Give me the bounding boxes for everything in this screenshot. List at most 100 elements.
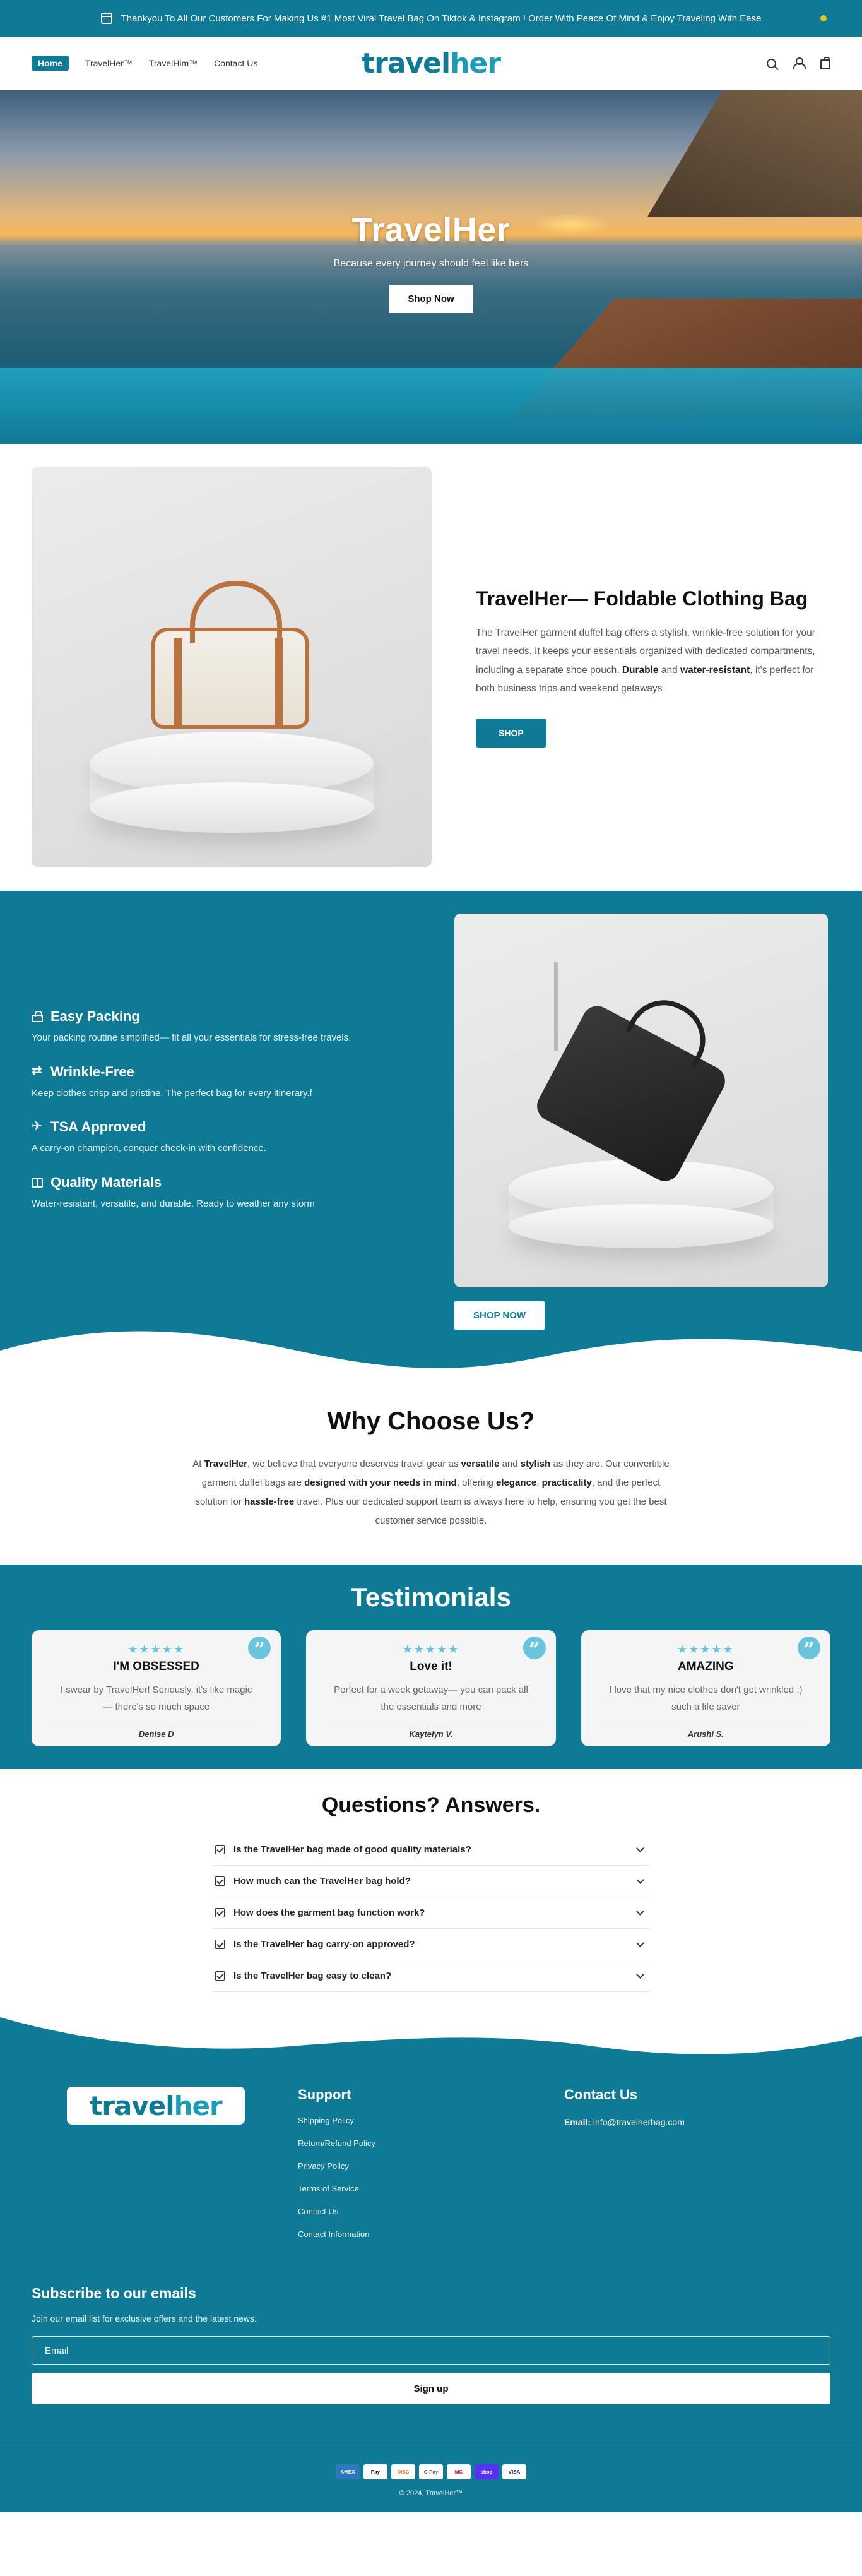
why-text: At TravelHer, we believe that everyone d… <box>185 1455 677 1530</box>
nav-travelher[interactable]: TravelHer™ <box>85 58 133 68</box>
nav-travelhim[interactable]: TravelHim™ <box>149 58 198 68</box>
support-column: Support Shipping Policy Return/Refund Po… <box>298 2087 564 2252</box>
feature-title: TSA Approved <box>32 1118 410 1135</box>
feature-item: TSA Approved A carry-on champion, conque… <box>32 1118 410 1157</box>
why-part: , offering <box>456 1477 497 1488</box>
mastercard-icon: MC <box>447 2464 471 2479</box>
faq-title: Questions? Answers. <box>321 1793 541 1817</box>
feature-title-text: Wrinkle-Free <box>50 1063 134 1080</box>
footer-logo-travel: travel <box>90 2090 174 2121</box>
feature-text: Your packing routine simplified— fit all… <box>32 1032 351 1043</box>
search-icon[interactable] <box>767 58 776 68</box>
pedestal-bottom <box>509 1204 774 1248</box>
shop-now-button[interactable]: Shop Now <box>389 285 473 313</box>
newsletter-title: Subscribe to our emails <box>32 2285 196 2301</box>
footer-link-privacy[interactable]: Privacy Policy <box>298 2161 564 2171</box>
product-description: The TravelHer garment duffel bag offers … <box>476 624 830 698</box>
nav-home[interactable]: Home <box>32 56 69 71</box>
quote-icon: ” <box>797 1637 820 1661</box>
arrows-icon <box>32 1063 43 1078</box>
footer-link-contact-info[interactable]: Contact Information <box>298 2229 564 2239</box>
site-logo[interactable]: travelher <box>362 47 501 80</box>
site-header: Home TravelHer™ TravelHim™ Contact Us tr… <box>0 37 862 90</box>
cart-icon[interactable] <box>820 57 830 69</box>
checkbox-icon <box>215 1845 225 1854</box>
signup-button[interactable]: Sign up <box>32 2373 830 2404</box>
book-icon <box>32 1178 43 1188</box>
footer-link-contact[interactable]: Contact Us <box>298 2207 564 2216</box>
feature-title: Easy Packing <box>32 1008 410 1025</box>
footer-columns: travel her Support Shipping Policy Return… <box>32 2080 830 2252</box>
feature-title-text: Quality Materials <box>50 1174 162 1190</box>
why-bold: versatile <box>461 1458 500 1469</box>
footer-logo[interactable]: travel her <box>67 2087 245 2125</box>
checkbox-icon <box>215 1876 225 1886</box>
chevron-down-icon <box>636 1844 644 1852</box>
quote-icon: ” <box>523 1637 546 1661</box>
discover-icon: DISC <box>391 2464 415 2479</box>
hero-pool <box>0 368 862 444</box>
shop-button[interactable]: SHOP <box>476 718 546 748</box>
faq-item[interactable]: Is the TravelHer bag made of good qualit… <box>213 1834 649 1866</box>
feature-text: A carry-on champion, conquer check-in wi… <box>32 1143 266 1154</box>
footer-link-terms[interactable]: Terms of Service <box>298 2184 564 2193</box>
testimonial-author: Denise D <box>50 1724 263 1739</box>
google-pay-icon: G Pay <box>419 2464 443 2479</box>
product-section: TravelHer— Foldable Clothing Bag The Tra… <box>0 444 862 891</box>
hero-title: TravelHer <box>351 211 511 249</box>
testimonial-title: AMAZING <box>677 1660 734 1673</box>
footer-logo-her: her <box>174 2090 223 2121</box>
account-icon[interactable] <box>793 57 806 69</box>
why-part: At <box>192 1458 204 1469</box>
faq-question: How much can the TravelHer bag hold? <box>233 1876 411 1887</box>
testimonial-quote: I swear by TravelHer! Seriously, it's li… <box>60 1685 252 1712</box>
features-section: Easy Packing Your packing routine simpli… <box>0 891 862 1382</box>
feature-text: Keep clothes crisp and pristine. The per… <box>32 1087 312 1099</box>
feature-item: Wrinkle-Free Keep clothes crisp and pris… <box>32 1063 410 1102</box>
feature-item: Easy Packing Your packing routine simpli… <box>32 1008 410 1046</box>
star-rating: ★★★★★ <box>676 1643 735 1655</box>
calendar-icon <box>100 13 112 24</box>
faq-item[interactable]: How does the garment bag function work? <box>213 1897 649 1929</box>
faq-item[interactable]: How much can the TravelHer bag hold? <box>213 1866 649 1897</box>
why-part: and <box>499 1458 521 1469</box>
why-bold: practicality <box>541 1477 592 1488</box>
faq-item[interactable]: Is the TravelHer bag carry-on approved? <box>213 1929 649 1960</box>
footer-link-shipping[interactable]: Shipping Policy <box>298 2116 564 2125</box>
feature-title-text: TSA Approved <box>50 1119 146 1135</box>
star-rating: ★★★★★ <box>127 1643 185 1655</box>
logo-part-her: her <box>450 47 501 80</box>
checkbox-icon <box>215 1908 225 1917</box>
plane-icon <box>32 1118 43 1134</box>
testimonial-card: ” ★★★★★ AMAZING I love that my nice clot… <box>581 1630 830 1746</box>
testimonial-card: ” ★★★★★ Love it! Perfect for a week geta… <box>306 1630 556 1746</box>
why-bold: hassle-free <box>244 1496 295 1507</box>
testimonial-author: Arushi S. <box>599 1724 812 1739</box>
email-label: Email: <box>564 2117 591 2127</box>
faq-question: Is the TravelHer bag easy to clean? <box>233 1971 392 1981</box>
nav-contact[interactable]: Contact Us <box>214 58 257 68</box>
chevron-down-icon <box>636 1939 644 1947</box>
email-input[interactable]: Email <box>32 2336 830 2365</box>
newsletter: Subscribe to our emails Join our email l… <box>32 2285 830 2404</box>
desc-part: and <box>658 664 681 676</box>
duffel-bag-image <box>151 581 309 729</box>
rolling-bag-image <box>454 914 828 1287</box>
apple-pay-icon: Pay <box>363 2464 387 2479</box>
checkbox-icon <box>215 1971 225 1981</box>
feature-list: Easy Packing Your packing routine simpli… <box>32 914 410 1330</box>
email-address[interactable]: info@travelherbag.com <box>591 2117 685 2127</box>
hero-content: TravelHer Because every journey should f… <box>0 210 862 313</box>
faq-question: How does the garment bag function work? <box>233 1907 425 1918</box>
why-part: travel. Plus our dedicated support team … <box>294 1496 667 1526</box>
desc-bold: water-resistant <box>680 664 750 676</box>
header-icons <box>767 57 830 69</box>
why-title: Why Choose Us? <box>327 1407 535 1435</box>
footer-logo-column: travel her <box>32 2087 298 2252</box>
product-title: TravelHer— Foldable Clothing Bag <box>476 587 808 611</box>
why-bold: TravelHer <box>204 1458 247 1469</box>
why-part: , we believe that everyone deserves trav… <box>247 1458 461 1469</box>
faq-item[interactable]: Is the TravelHer bag easy to clean? <box>213 1960 649 1992</box>
footer-link-refund[interactable]: Return/Refund Policy <box>298 2138 564 2148</box>
amex-icon: AMEX <box>336 2464 360 2479</box>
